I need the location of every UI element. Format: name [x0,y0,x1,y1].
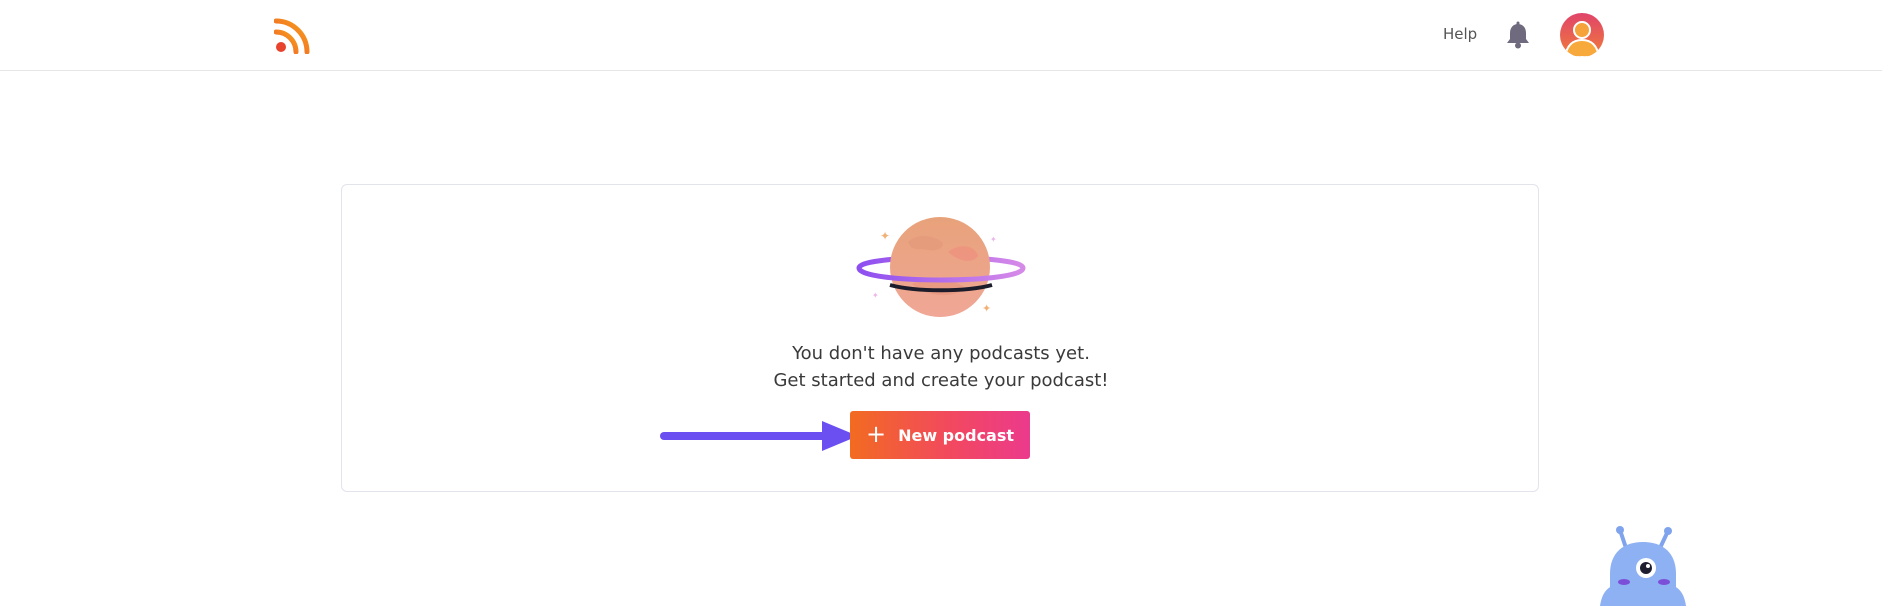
svg-text:✦: ✦ [880,229,890,243]
empty-message-line1: You don't have any podcasts yet. [792,343,1090,364]
planet-illustration: ✦ ✦ ✦ ✦ [856,217,1026,317]
rss-feed-icon[interactable] [274,18,310,54]
svg-text:✦: ✦ [872,291,879,300]
arrow-pointer-icon [660,421,858,451]
user-avatar-icon[interactable] [1560,13,1604,57]
empty-message-line2: Get started and create your podcast! [773,370,1109,391]
plus-icon: + [865,420,887,448]
new-podcast-button[interactable]: + New podcast [850,411,1030,459]
bell-icon[interactable] [1505,21,1531,49]
svg-text:✦: ✦ [990,235,997,244]
help-link[interactable]: Help [1443,25,1477,43]
new-podcast-label: New podcast [898,425,1015,445]
alien-mascot-icon[interactable] [1600,526,1686,606]
top-header: Help [0,0,1882,71]
svg-text:✦: ✦ [982,302,991,315]
